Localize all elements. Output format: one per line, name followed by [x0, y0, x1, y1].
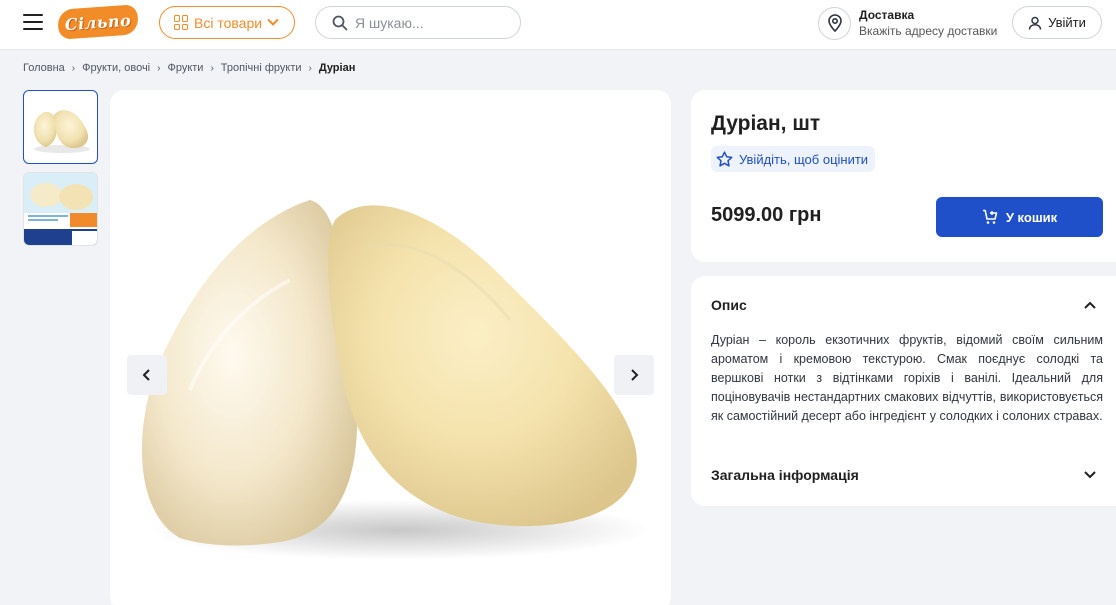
chevron-down-icon [267, 14, 279, 26]
breadcrumb-current: Дуріан [318, 62, 356, 74]
description-text: Дуріан – король екзотичних фруктів, відо… [711, 333, 1103, 423]
description-card: Опис Дуріан – король екзотичних фруктів,… [691, 276, 1116, 506]
star-icon [716, 151, 733, 167]
menu-icon[interactable] [23, 14, 43, 30]
grid-icon [174, 15, 189, 30]
general-info-heading: Загальна інформація [711, 467, 859, 483]
add-to-cart-label: У кошик [1005, 209, 1058, 225]
chevron-right-icon: › [71, 62, 76, 74]
breadcrumb-fruits-vegetables[interactable]: Фрукти, овочі [82, 62, 150, 74]
rate-product-link[interactable]: Увійдіть, щоб оцінити [711, 146, 876, 172]
delivery-subtitle: Вкажіть адресу доставки [859, 24, 998, 38]
product-image [141, 200, 650, 560]
breadcrumb-tropical-fruits[interactable]: Тропічні фрукти [221, 62, 302, 74]
logo[interactable]: Сільпо [57, 4, 139, 40]
chevron-right-icon: › [210, 62, 214, 74]
thumbnail-1[interactable] [23, 90, 98, 164]
description-heading: Опис [711, 297, 747, 313]
breadcrumb: Головна › Фрукти, овочі › Фрукти › Тропі… [23, 62, 355, 74]
chevron-right-icon [631, 369, 639, 381]
login-label: Увійти [1048, 15, 1086, 30]
delivery-selector[interactable]: Доставка Вкажіть адресу доставки [818, 5, 997, 41]
description-toggle[interactable]: Опис [711, 297, 1096, 313]
cart-plus-icon [982, 209, 998, 224]
thumbnail-2[interactable] [23, 172, 98, 246]
chevron-right-icon: › [308, 62, 312, 74]
chevron-down-icon [1084, 471, 1096, 479]
site-header: Сільпо Всі товари Доставка Вкажіть адрес… [0, 0, 1116, 50]
prev-image-button[interactable] [127, 355, 167, 395]
breadcrumb-fruits[interactable]: Фрукти [167, 62, 203, 74]
next-image-button[interactable] [614, 355, 654, 395]
chevron-up-icon [1084, 301, 1096, 309]
search-box[interactable] [315, 6, 521, 39]
logo-text: Сільпо [64, 10, 132, 34]
product-info-card: Дуріан, шт Увійдіть, щоб оцінити 5099.00… [691, 90, 1116, 262]
search-input[interactable] [355, 14, 515, 31]
product-gallery [110, 90, 671, 605]
chevron-left-icon [142, 369, 150, 381]
add-to-cart-button[interactable]: У кошик [936, 197, 1103, 237]
product-price: 5099.00 грн [711, 204, 822, 226]
rate-label: Увійдіть, щоб оцінити [739, 151, 869, 167]
user-icon [1028, 16, 1042, 30]
search-icon [332, 15, 348, 30]
delivery-title: Доставка [859, 8, 915, 22]
login-button[interactable]: Увійти [1012, 6, 1102, 39]
breadcrumb-home[interactable]: Головна [23, 62, 65, 74]
general-info-toggle[interactable]: Загальна інформація [711, 467, 1096, 483]
location-pin-icon [818, 6, 851, 40]
all-goods-button[interactable]: Всі товари [159, 6, 295, 39]
product-title: Дуріан, шт [711, 112, 821, 135]
chevron-right-icon: › [157, 62, 161, 74]
all-goods-label: Всі товари [194, 14, 263, 31]
